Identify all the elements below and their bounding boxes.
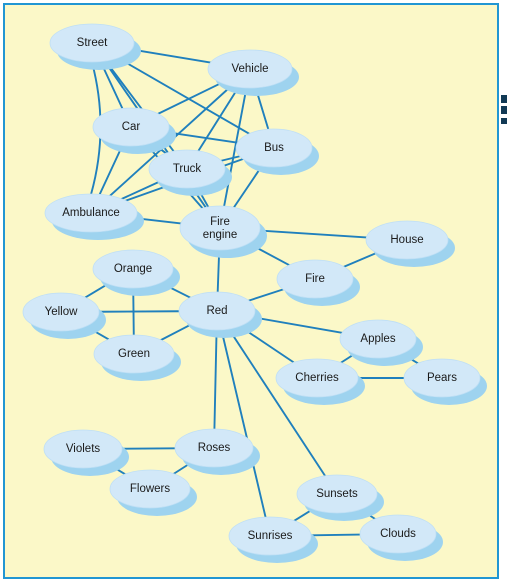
- graph-node-violets[interactable]: Violets: [43, 429, 129, 476]
- graph-node-pears[interactable]: Pears: [403, 358, 487, 405]
- graph-node-bus[interactable]: Bus: [235, 128, 319, 175]
- graph-node-orange[interactable]: Orange: [92, 249, 180, 296]
- margin-marks: [501, 95, 507, 124]
- node-label: House: [390, 234, 423, 246]
- graph-node-car[interactable]: Car: [92, 107, 176, 154]
- graph-node-red[interactable]: Red: [178, 291, 262, 338]
- node-body[interactable]: [179, 205, 261, 251]
- graph-node-house[interactable]: House: [365, 220, 455, 267]
- node-label: Roses: [198, 442, 231, 454]
- node-label: Bus: [264, 142, 284, 154]
- node-label: Sunsets: [316, 488, 358, 500]
- node-label: Clouds: [380, 528, 416, 540]
- graph-node-green[interactable]: Green: [93, 334, 181, 381]
- graph-edge: [258, 229, 368, 239]
- graph-edge: [160, 323, 192, 341]
- node-label: Vehicle: [231, 63, 268, 75]
- graph-edge: [251, 316, 344, 334]
- node-label: Street: [77, 37, 108, 49]
- node-label: Ambulance: [62, 207, 120, 219]
- graph-edge: [310, 533, 361, 537]
- graph-edge: [130, 48, 212, 64]
- node-label: Orange: [114, 263, 152, 275]
- graph-node-street[interactable]: Street: [49, 23, 141, 70]
- margin-text-fragment: [501, 118, 507, 124]
- graph-node-fire[interactable]: Fire: [276, 259, 360, 306]
- graph-edge: [220, 328, 267, 519]
- graph-edge: [247, 288, 285, 302]
- node-label: Car: [122, 121, 141, 133]
- graph-node-clouds[interactable]: Clouds: [359, 514, 443, 561]
- graph-node-yellow[interactable]: Yellow: [22, 292, 106, 339]
- node-label: Cherries: [295, 372, 339, 384]
- graph-node-sunrises[interactable]: Sunrises: [228, 516, 318, 563]
- semantic-network-graph: Street Vehicle Car Bus Truck Ambulance Fire eng…: [22, 23, 507, 563]
- graph-edge: [98, 310, 180, 313]
- node-label: Pears: [427, 372, 457, 384]
- node-label: Sunrises: [248, 530, 293, 542]
- node-label: Red: [206, 305, 227, 317]
- node-label: Violets: [66, 443, 101, 455]
- node-label: Yellow: [45, 306, 79, 318]
- graph-edge: [213, 329, 218, 430]
- graph-node-fire_engine[interactable]: Fire engine: [179, 205, 267, 258]
- graph-node-sunsets[interactable]: Sunsets: [296, 474, 384, 521]
- graph-node-vehicle[interactable]: Vehicle: [207, 49, 299, 96]
- graph-node-cherries[interactable]: Cherries: [275, 358, 365, 405]
- margin-text-fragment: [501, 95, 507, 103]
- graph-edge: [343, 251, 378, 268]
- graph-node-apples[interactable]: Apples: [339, 319, 423, 366]
- graph-edge: [166, 131, 239, 144]
- node-label: Apples: [360, 333, 395, 345]
- graph-edge: [220, 155, 241, 162]
- node-label: Truck: [173, 163, 202, 175]
- graph-node-truck[interactable]: Truck: [148, 149, 232, 196]
- graph-edge: [232, 165, 263, 209]
- node-label: Flowers: [130, 483, 171, 495]
- margin-text-fragment: [501, 106, 507, 114]
- node-label: Green: [118, 348, 150, 360]
- node-label: Fire: [305, 273, 325, 285]
- graph-node-flowers[interactable]: Flowers: [109, 469, 197, 516]
- graph-node-ambulance[interactable]: Ambulance: [44, 193, 144, 240]
